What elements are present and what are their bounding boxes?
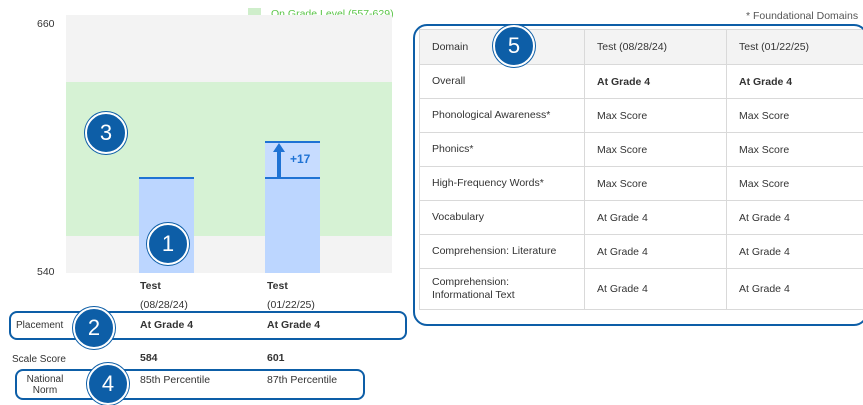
score-change-label: +17 (290, 152, 310, 166)
callout-3: 3 (85, 112, 127, 154)
national-norm-value-test-2: 87th Percentile (267, 374, 337, 386)
foundational-domains-note: * Foundational Domains (746, 10, 858, 22)
national-norm-label: National Norm (23, 374, 67, 396)
national-norm-value-test-1: 85th Percentile (140, 374, 210, 386)
x-label-test-2: Test (267, 280, 288, 292)
callout-4: 4 (87, 363, 129, 405)
placement-value-test-2: At Grade 4 (267, 319, 320, 331)
national-norm-label-line-1: National (23, 374, 67, 385)
score-bar-top-line-test-1 (139, 177, 194, 179)
up-arrow-icon (273, 143, 285, 178)
y-axis-max-label: 660 (37, 18, 55, 30)
x-label-date-test-2: (01/22/25) (267, 299, 315, 311)
scale-score-label: Scale Score (12, 354, 66, 365)
x-label-date-test-1: (08/28/24) (140, 299, 188, 311)
callout-1: 1 (147, 223, 189, 265)
x-label-test-1: Test (140, 280, 161, 292)
national-norm-label-line-2: Norm (23, 385, 67, 396)
placement-row-outline (9, 311, 407, 340)
scale-score-value-test-2: 601 (267, 352, 285, 364)
y-axis-min-label: 540 (37, 266, 55, 278)
previous-score-line (265, 177, 320, 179)
callout-2: 2 (73, 307, 115, 349)
callout-5: 5 (493, 25, 535, 67)
domain-table-outline (413, 24, 863, 326)
on-grade-level-band (66, 82, 392, 237)
placement-value-test-1: At Grade 4 (140, 319, 193, 331)
placement-label: Placement (16, 320, 63, 331)
scale-score-value-test-1: 584 (140, 352, 158, 364)
